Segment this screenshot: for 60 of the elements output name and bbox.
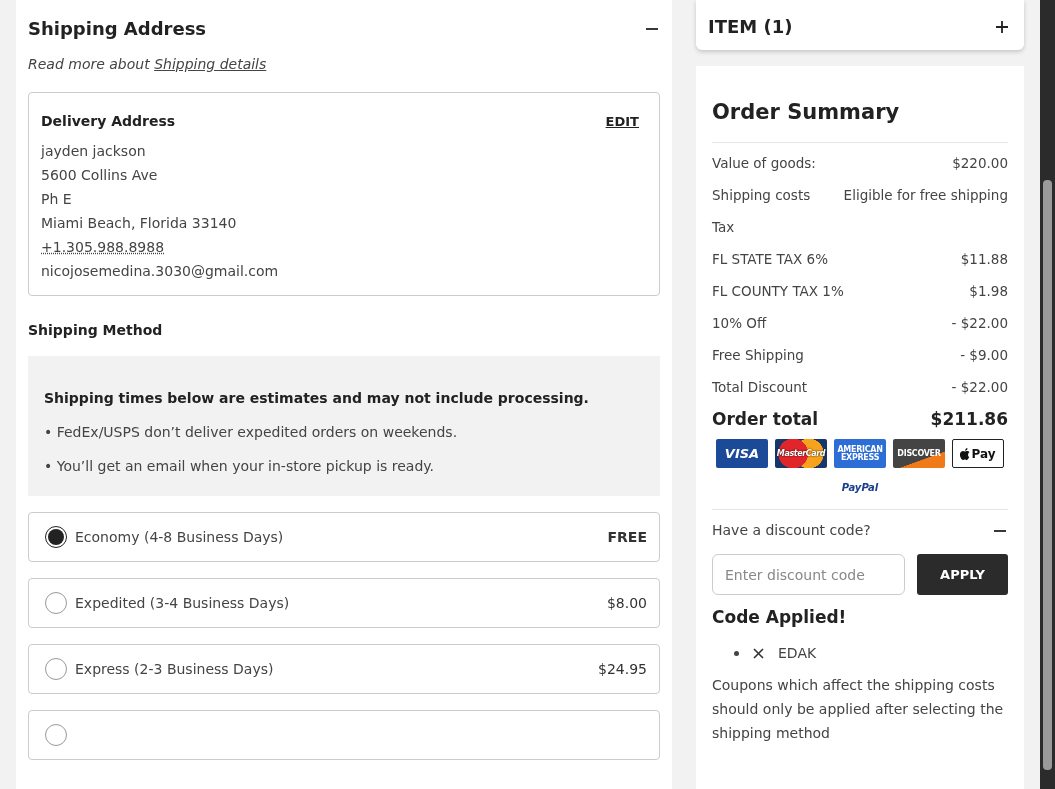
summary-label: Value of goods: <box>712 155 816 171</box>
summary-label: FL COUNTY TAX 1% <box>712 283 844 299</box>
code-applied-title: Code Applied! <box>712 607 848 627</box>
shipping-option[interactable]: Express (2-3 Business Days) $24.95 <box>28 644 660 694</box>
summary-value: - $22.00 <box>951 379 1008 395</box>
summary-label: Free Shipping <box>712 347 804 363</box>
section-title: Shipping Method <box>28 322 164 338</box>
apply-button[interactable]: APPLY <box>917 554 1008 595</box>
discount-code-field[interactable]: Enter discount code <box>712 554 905 595</box>
card-title: Delivery Address <box>41 113 176 129</box>
summary-label: Total Discount <box>712 379 808 395</box>
edit-link[interactable]: EDIT <box>605 113 639 129</box>
applied-code: EDAK <box>778 645 817 661</box>
summary-label: FL STATE TAX 6% <box>712 251 828 267</box>
summary-title: Order Summary <box>712 100 1008 143</box>
payment-logo: AMERICAN EXPRESS <box>834 439 886 468</box>
total-value: $211.86 <box>930 409 1008 429</box>
shipping-option[interactable]: Economy (4-8 Business Days) FREE <box>28 512 660 562</box>
read-more-text: Read more about Shipping details <box>28 56 268 72</box>
paypal-logo: PayPal <box>840 482 880 493</box>
summary-value: $11.88 <box>960 251 1008 267</box>
summary-value: - $22.00 <box>951 315 1008 331</box>
option-label: Economy (4-8 Business Days) <box>75 529 285 545</box>
summary-label: Shipping costs <box>712 187 811 203</box>
bullet-icon <box>734 650 739 656</box>
summary-value: $220.00 <box>952 155 1008 171</box>
summary-value: Eligible for free shipping <box>843 187 1008 203</box>
notice-title: Shipping times below are estimates and may not include processing. <box>44 390 590 406</box>
coupon-note: Coupons which affect the shipping costs should only be applied after selecting the shipping method <box>712 676 1005 743</box>
section-title: Shipping Address <box>28 17 207 39</box>
summary-value: - $9.00 <box>960 347 1008 363</box>
notice-text: • You’ll get an email when your in-store pickup is ready. <box>44 458 436 474</box>
address-line: 5600 Collins Ave <box>41 166 159 185</box>
payment-logo: DISCOVER <box>893 439 945 468</box>
items-title: ITEM (1) <box>708 15 793 37</box>
notice-text: • FedEx/USPS don’t deliver expedited orders on weekends. <box>44 424 459 440</box>
address-line: nicojosemedina.3030@gmail.com <box>41 262 280 281</box>
shipping-option[interactable]: Expedited (3-4 Business Days) $8.00 <box>28 578 660 628</box>
address-line: jayden jackson <box>41 142 147 161</box>
phone-number[interactable]: +1.305.988.8988 <box>41 235 639 259</box>
summary-label: 10% Off <box>712 315 767 331</box>
option-price: $24.95 <box>598 661 647 677</box>
discount-question: Have a discount code? <box>712 522 871 538</box>
address-line: Ph E <box>41 190 73 209</box>
option-label: Expedited (3-4 Business Days) <box>75 595 291 611</box>
payment-logo: Pay <box>952 439 1004 468</box>
apple-icon <box>960 447 971 460</box>
scrollbar[interactable] <box>1040 0 1055 789</box>
option-price: FREE <box>607 529 647 545</box>
plus-icon <box>996 21 1008 33</box>
total-label: Order total <box>712 409 819 429</box>
shipping-details-link[interactable]: Shipping details <box>154 56 267 72</box>
option-label: Express (2-3 Business Days) <box>75 661 275 677</box>
scrollbar-thumb[interactable] <box>1043 180 1052 770</box>
address-line: Miami Beach, Florida 33140 <box>41 214 238 233</box>
option-price: $8.00 <box>606 595 647 611</box>
remove-icon[interactable] <box>753 647 764 659</box>
summary-label: Tax <box>712 219 735 235</box>
payment-logo: VISA <box>716 439 768 468</box>
summary-value: $1.98 <box>969 283 1008 299</box>
